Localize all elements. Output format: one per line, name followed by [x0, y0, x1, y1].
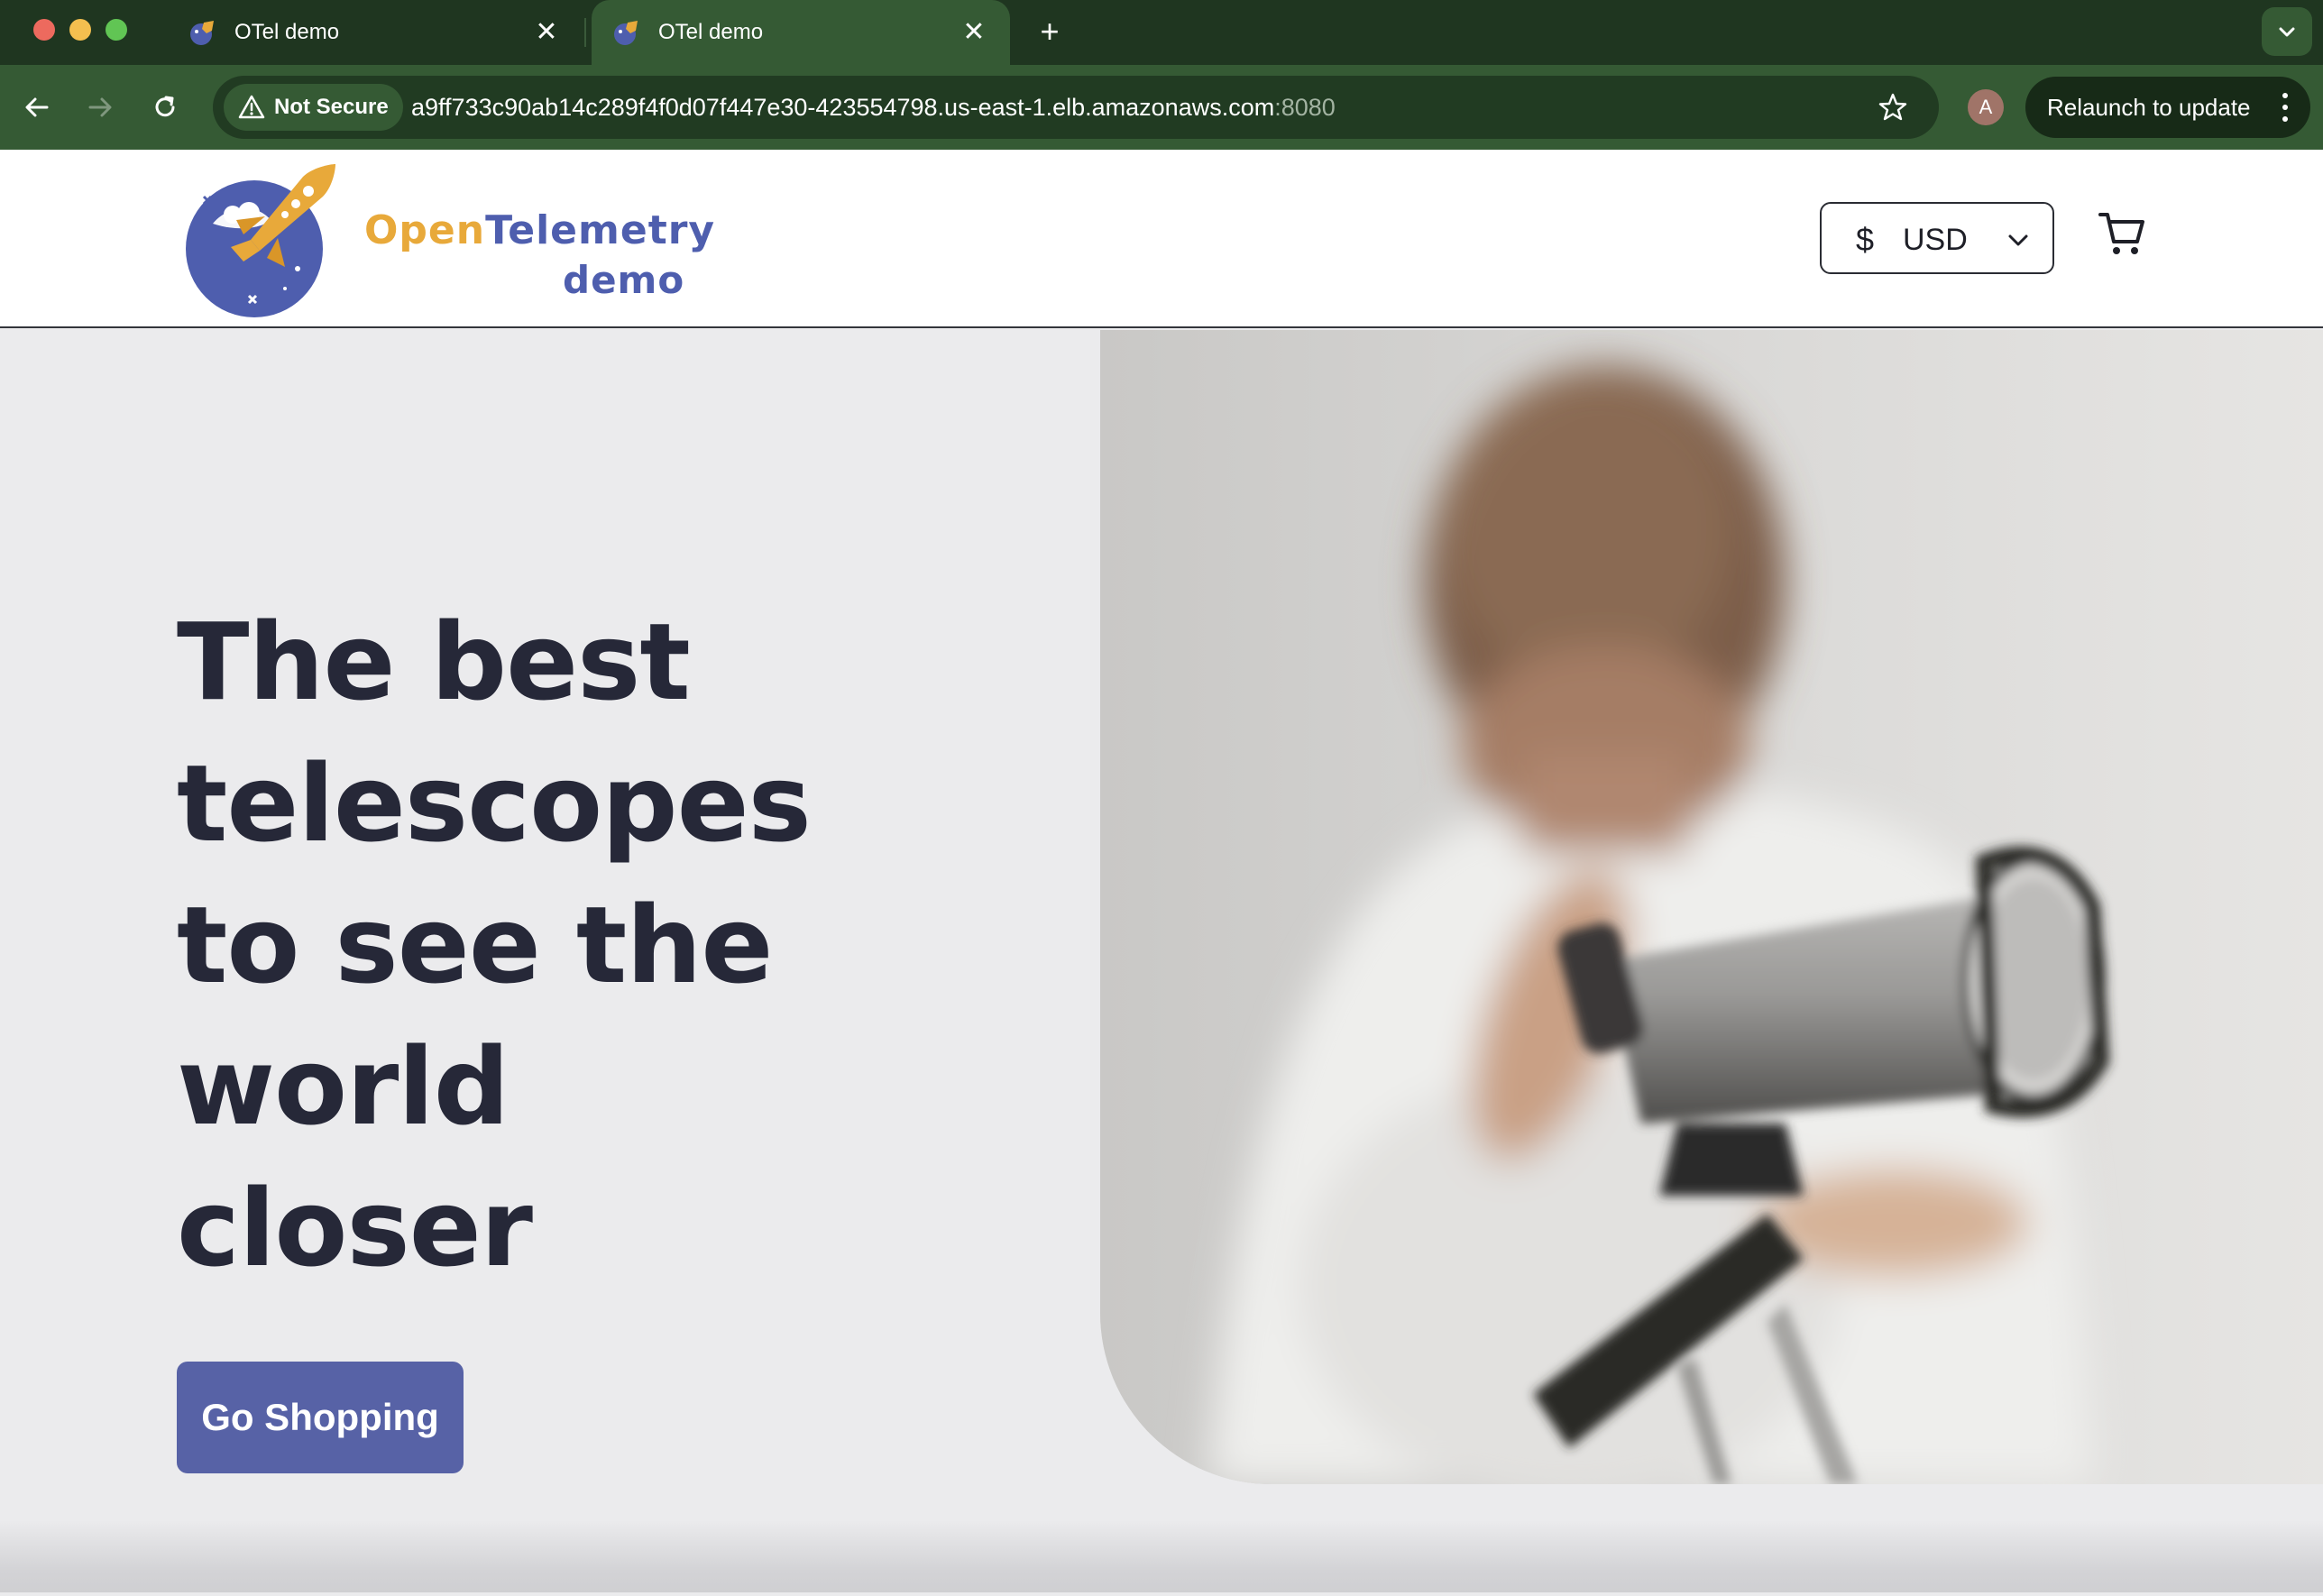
window-minimize-button[interactable] [69, 19, 91, 41]
hero-headline-line: world [177, 1024, 510, 1149]
bookmark-button[interactable] [1874, 88, 1912, 126]
browser-tab-bar: OTel demo ✕ OTel demo ✕ + [0, 0, 2323, 65]
security-indicator[interactable]: Not Secure [224, 84, 403, 131]
relaunch-button[interactable]: Relaunch to update [2025, 77, 2310, 138]
otel-favicon-icon [189, 19, 216, 46]
browser-tab-active[interactable]: OTel demo ✕ [592, 0, 1010, 65]
site-header: OpenTelemetry demo $ USD [0, 150, 2323, 328]
currency-select[interactable]: $ USD [1820, 202, 2054, 274]
window-zoom-button[interactable] [106, 19, 127, 41]
reload-icon [155, 96, 175, 117]
hero-headline-line: closer [177, 1166, 533, 1290]
hero-banner: The best telescopes to see the world clo… [0, 330, 2323, 1592]
forward-button[interactable] [78, 85, 123, 130]
reload-button[interactable] [142, 85, 188, 130]
tab-title: OTel demo [658, 20, 764, 44]
new-tab-button[interactable]: + [1028, 11, 1071, 54]
tab-separator [584, 18, 586, 47]
url-port: :8080 [1274, 94, 1336, 121]
logo-word-telemetry: Telemetry [485, 207, 716, 253]
hero-headline-line: to see the [177, 883, 773, 1007]
hero-headline: The best telescopes to see the world clo… [177, 592, 988, 1299]
rocket-logo-icon [186, 164, 335, 317]
section-shadow [0, 1520, 2323, 1592]
back-arrow-icon [25, 97, 49, 117]
forward-arrow-icon [88, 97, 112, 117]
kebab-menu-icon[interactable] [2282, 93, 2289, 122]
hero-headline-line: telescopes [177, 741, 812, 866]
close-tab-icon[interactable]: ✕ [958, 16, 990, 49]
go-shopping-button[interactable]: Go Shopping [177, 1362, 464, 1473]
address-bar[interactable]: Not Secure a9ff733c90ab14c289f4f0d07f447… [213, 76, 1939, 139]
chevron-down-icon [2279, 27, 2295, 37]
relaunch-label: Relaunch to update [2047, 93, 2251, 121]
chevron-down-icon [2008, 234, 2028, 246]
url-text[interactable]: a9ff733c90ab14c289f4f0d07f447e30-4235547… [411, 94, 1336, 122]
hero-headline-line: The best [177, 600, 691, 724]
url-host: a9ff733c90ab14c289f4f0d07f447e30-4235547… [411, 94, 1275, 121]
currency-code: USD [1903, 223, 1968, 257]
logo-word-demo: demo [563, 258, 685, 302]
logo-wordmark: OpenTelemetry demo [364, 207, 716, 302]
star-icon [1878, 93, 1907, 121]
warning-icon [238, 95, 265, 119]
close-tab-icon[interactable]: ✕ [530, 16, 563, 49]
profile-avatar[interactable]: A [1968, 89, 2004, 125]
browser-tab[interactable]: OTel demo ✕ [168, 0, 583, 65]
back-button[interactable] [14, 85, 60, 130]
tab-search-button[interactable] [2262, 7, 2312, 56]
window-close-button[interactable] [33, 19, 55, 41]
currency-symbol: $ [1856, 221, 1875, 258]
otel-favicon-icon [613, 19, 640, 46]
site-logo[interactable]: OpenTelemetry demo [177, 161, 714, 323]
security-label: Not Secure [274, 95, 389, 119]
logo-word-open: Open [364, 207, 486, 253]
hero-image [1100, 330, 2323, 1484]
cart-icon[interactable] [2098, 209, 2146, 258]
browser-toolbar: Not Secure a9ff733c90ab14c289f4f0d07f447… [0, 65, 2323, 150]
tab-title: OTel demo [234, 20, 340, 44]
